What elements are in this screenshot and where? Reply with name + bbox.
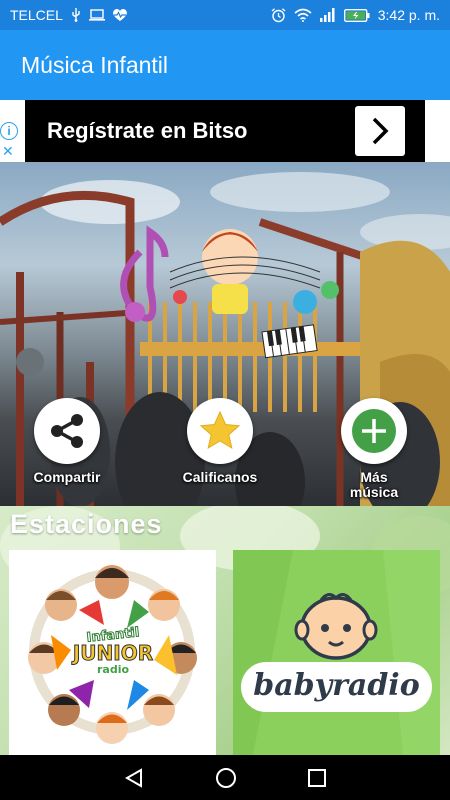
babyradio-logo <box>233 550 440 755</box>
laptop-icon <box>88 9 105 21</box>
infantil-junior-wordmark: Infantil JUNIOR radio <box>61 625 165 676</box>
share-label[interactable]: Compartir <box>34 470 101 485</box>
alarm-icon <box>271 7 286 23</box>
share-icon <box>51 414 83 448</box>
more-music-action[interactable]: Más música <box>319 398 429 500</box>
station-card-infantil-junior[interactable]: Infantil JUNIOR radio <box>9 550 216 755</box>
rate-action[interactable]: Calificanos <box>165 398 275 485</box>
plus-icon <box>352 409 396 453</box>
heart-pulse-icon <box>112 8 128 22</box>
recents-icon[interactable] <box>307 768 327 788</box>
ad-close-icon[interactable]: ✕ <box>2 143 14 160</box>
clock-time: 3:42 p. m. <box>377 7 440 23</box>
carrier-label: TELCEL <box>10 7 63 23</box>
ad-text[interactable]: Regístrate en Bitso <box>47 118 248 144</box>
home-icon[interactable] <box>215 767 237 789</box>
ad-banner[interactable]: Regístrate en Bitso <box>25 100 425 162</box>
babyradio-wordmark: babyradio <box>253 668 420 703</box>
app-title: Música Infantil <box>21 51 169 78</box>
app-bar: Música Infantil <box>0 30 450 100</box>
rate-label[interactable]: Calificanos <box>183 470 258 485</box>
navigation-bar <box>0 755 450 800</box>
ad-arrow-button[interactable] <box>355 106 405 156</box>
stations-section: Estaciones Infantil JUNIOR radio babyrad… <box>0 506 450 755</box>
more-music-label[interactable]: Más música <box>344 470 404 500</box>
back-icon[interactable] <box>123 767 145 789</box>
star-icon <box>199 410 241 450</box>
ad-info-icon[interactable]: i <box>0 122 18 140</box>
share-action[interactable]: Compartir <box>12 398 122 485</box>
hero-banner: Compartir Calificanos Más música <box>0 162 450 506</box>
wifi-icon <box>294 8 312 22</box>
more-music-button[interactable] <box>341 398 407 464</box>
ad-area: i ✕ Regístrate en Bitso <box>0 100 450 162</box>
station-card-babyradio[interactable]: babyradio <box>233 550 440 755</box>
chevron-right-icon <box>372 117 389 145</box>
usb-icon <box>70 8 82 22</box>
status-bar: TELCEL 3:42 p. m. <box>0 0 450 30</box>
stations-title: Estaciones <box>10 509 163 539</box>
rate-button[interactable] <box>187 398 253 464</box>
battery-charging-icon <box>343 8 370 22</box>
share-button[interactable] <box>34 398 100 464</box>
signal-icon <box>319 8 336 22</box>
